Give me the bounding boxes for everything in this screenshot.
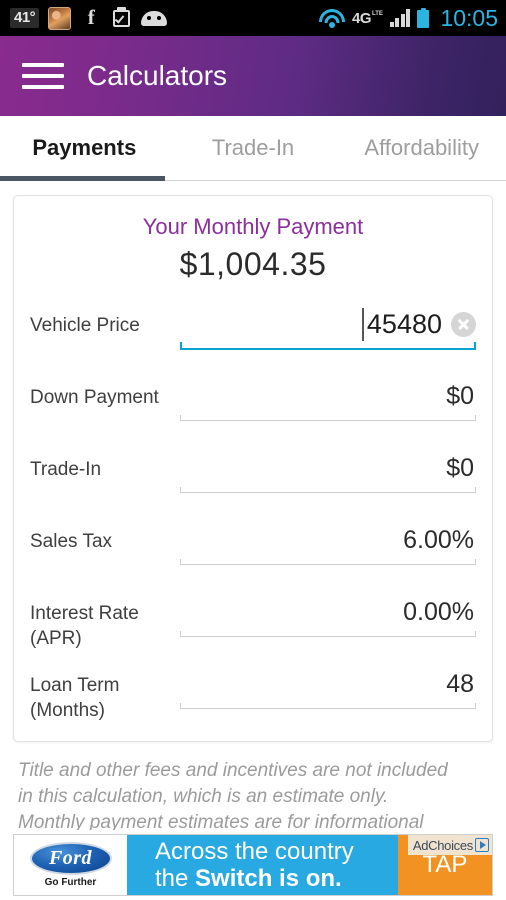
disclaimer-line-2: in this calculation, which is an estimat… (18, 786, 389, 807)
ford-logo-text: Ford (48, 847, 93, 869)
page-title: Calculators (87, 60, 228, 91)
status-bar-right: 4G LTE 10:05 (319, 4, 498, 31)
field-row-trade-in: Trade-In $0 (30, 441, 476, 509)
ad-headline-line-2-plain: the (155, 865, 196, 892)
down-payment-input[interactable]: $0 (180, 379, 476, 420)
temperature-indicator: 41° (10, 8, 40, 28)
tab-payments[interactable]: Payments (0, 135, 169, 161)
active-tab-indicator (0, 176, 165, 181)
input-wrap-down-payment[interactable]: $0 (180, 369, 476, 421)
interest-rate-input[interactable]: 0.00% (180, 595, 476, 636)
underline-interest-rate (180, 631, 476, 637)
status-bar-left: 41° f (10, 5, 319, 30)
android-icon (141, 10, 168, 26)
ad-headline-line-2-bold: Switch is on. (195, 865, 342, 892)
hamburger-menu-icon[interactable] (22, 63, 64, 89)
label-down-payment: Down Payment (30, 387, 159, 408)
clear-icon[interactable] (451, 311, 476, 337)
vehicle-price-input[interactable]: 45480 (361, 307, 442, 341)
ad-banner-inner[interactable]: Ford Go Further Across the country the S… (13, 834, 493, 896)
result-title: Your Monthly Payment (142, 214, 364, 239)
field-row-sales-tax: Sales Tax 6.00% (30, 513, 476, 581)
ad-headline-line-2: the Switch is on. (155, 865, 398, 892)
field-row-vehicle-price: Vehicle Price 45480 (30, 297, 476, 365)
network-sub-label: LTE (372, 10, 383, 17)
trade-in-input[interactable]: $0 (180, 451, 476, 492)
wifi-icon (319, 8, 346, 28)
phone-screen: 41° f 4G LTE 10:05 Calculators Payments … (0, 0, 506, 900)
status-bar: 41° f 4G LTE 10:05 (0, 0, 506, 36)
adchoices-triangle-icon (475, 838, 489, 852)
main-content: Your Monthly Payment $1,004.35 Vehicle P… (0, 195, 506, 900)
signal-bars-icon (389, 9, 411, 27)
ad-brand-tagline: Go Further (44, 877, 97, 888)
underline-vehicle-price (180, 342, 476, 350)
label-loan-term: Loan Term (Months) (30, 675, 120, 721)
label-sales-tax: Sales Tax (30, 531, 113, 552)
underline-sales-tax (180, 559, 476, 565)
adchoices-label: AdChoices (412, 837, 473, 853)
photo-icon (48, 6, 72, 30)
underline-trade-in (180, 487, 476, 493)
input-wrap-trade-in[interactable]: $0 (180, 441, 476, 493)
facebook-icon: f (87, 5, 95, 29)
monthly-payment-amount: $1,004.35 (179, 246, 327, 282)
tab-bar: Payments Trade-In Affordability (0, 116, 506, 181)
input-wrap-sales-tax[interactable]: 6.00% (180, 513, 476, 565)
field-row-interest-rate: Interest Rate (APR) 0.00% (30, 585, 476, 653)
disclaimer-line-1: Title and other fees and incentives are … (18, 760, 448, 781)
clipboard-check-icon (111, 7, 132, 29)
tab-trade-in[interactable]: Trade-In (169, 135, 338, 161)
label-vehicle-price: Vehicle Price (30, 315, 140, 336)
ad-headline: Across the country the Switch is on. (127, 835, 398, 895)
underline-loan-term (180, 703, 476, 709)
label-trade-in: Trade-In (30, 459, 102, 480)
label-interest-rate: Interest Rate (APR) (30, 603, 139, 649)
field-row-loan-term: Loan Term (Months) 48 (30, 657, 476, 725)
network-type-icon: 4G LTE (352, 11, 383, 26)
status-bar-clock: 10:05 (440, 4, 498, 31)
ad-banner[interactable]: Ford Go Further Across the country the S… (0, 830, 506, 900)
network-label: 4G (352, 9, 372, 27)
battery-icon (417, 8, 430, 28)
field-row-down-payment: Down Payment $0 (30, 369, 476, 437)
sales-tax-input[interactable]: 6.00% (180, 523, 476, 564)
adchoices-badge[interactable]: AdChoices (407, 835, 492, 855)
ad-headline-line-1: Across the country (155, 838, 354, 865)
underline-down-payment (180, 415, 476, 421)
payment-calculator-card: Your Monthly Payment $1,004.35 Vehicle P… (13, 195, 493, 742)
input-wrap-interest-rate[interactable]: 0.00% (180, 585, 476, 637)
input-wrap-vehicle-price[interactable]: 45480 (180, 297, 476, 350)
disclaimer-text: Title and other fees and incentives are … (18, 758, 488, 836)
ad-advertiser-logo: Ford Go Further (14, 835, 127, 895)
loan-term-input[interactable]: 48 (180, 667, 476, 708)
input-wrap-loan-term[interactable]: 48 (180, 657, 476, 709)
app-bar: Calculators (0, 36, 506, 116)
ford-logo-icon: Ford (29, 842, 112, 875)
tab-affordability[interactable]: Affordability (337, 135, 506, 161)
